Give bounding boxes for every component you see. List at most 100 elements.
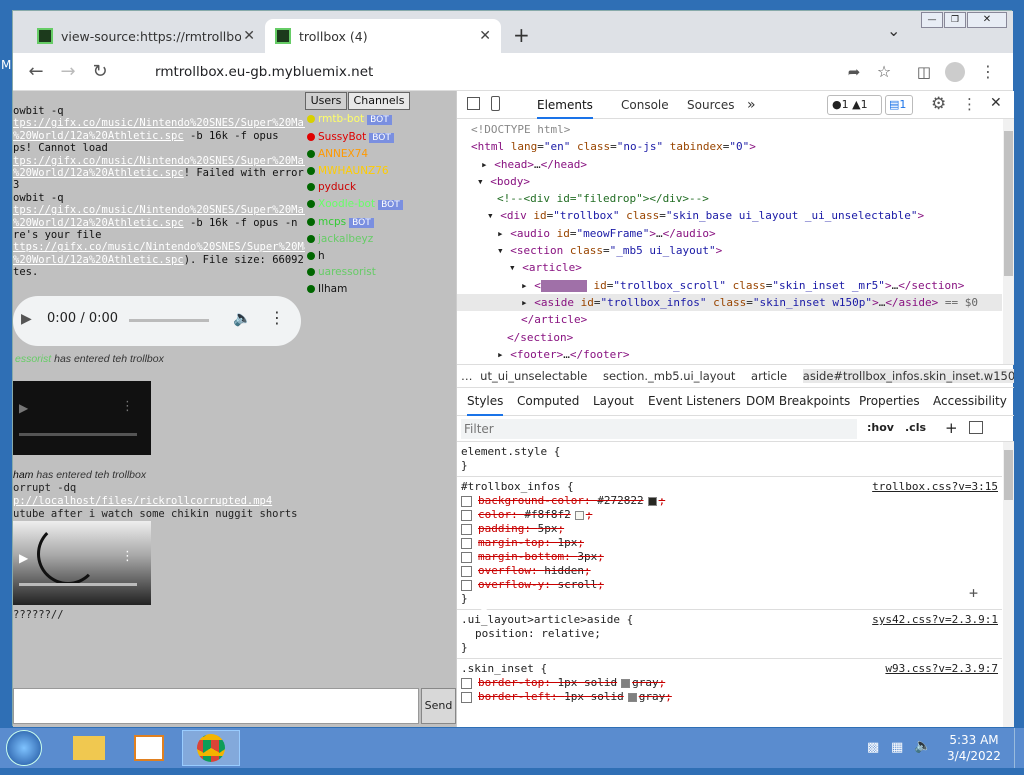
trollbox-div-node[interactable]: ▾ <div id="trollbox" class="skin_base ui… bbox=[457, 207, 1002, 224]
close-devtools-icon[interactable]: ✕ bbox=[990, 95, 1002, 111]
file-explorer-icon[interactable] bbox=[60, 730, 118, 766]
property-checkbox[interactable] bbox=[461, 677, 472, 689]
video-player-loading[interactable]: ▶ ⋮ bbox=[13, 521, 151, 605]
rule-property[interactable]: border-left: 1px solid gray; bbox=[461, 690, 998, 704]
chat-link[interactable]: %20World/12a%20Athletic.spc bbox=[13, 167, 184, 179]
styles-filter-input[interactable] bbox=[461, 419, 857, 439]
forward-icon[interactable]: → bbox=[55, 59, 81, 85]
audio-node[interactable]: ▸ <audio id="meowFrame">…</audio> bbox=[457, 225, 1002, 242]
rule-property[interactable]: padding: 5px; bbox=[461, 522, 998, 536]
menu-kebab-icon[interactable]: ⋮ bbox=[975, 59, 1001, 85]
chat-link[interactable]: %20World/12a%20Athletic.spc bbox=[13, 254, 184, 266]
user-list-item[interactable]: rmtb-bot BOT bbox=[307, 113, 456, 128]
video-menu-icon[interactable]: ⋮ bbox=[121, 549, 134, 564]
property-checkbox[interactable] bbox=[461, 537, 472, 549]
chrome-icon[interactable] bbox=[182, 730, 240, 766]
trollbox-infos-node[interactable]: ▸ <aside id="trollbox_infos" class="skin… bbox=[457, 293, 1002, 312]
side-panel-icon[interactable]: ◫ bbox=[911, 59, 937, 85]
crumb-item-selected[interactable]: aside#trollbox_infos.skin_inset.w150p bbox=[802, 369, 1014, 383]
subtab-computed[interactable]: Computed bbox=[517, 388, 579, 414]
rule-property[interactable]: overflow-y: scroll; bbox=[461, 578, 998, 592]
body-node[interactable]: ▾ <body> bbox=[457, 173, 1002, 190]
crumb-item[interactable]: section._mb5.ui_layout bbox=[603, 369, 735, 383]
reload-icon[interactable]: ↻ bbox=[87, 59, 113, 85]
hov-toggle[interactable]: :hov bbox=[867, 416, 894, 440]
comment-node[interactable]: <!--<div id="filedrop"></div>--> bbox=[457, 190, 1002, 207]
video-player[interactable]: ▶ ⋮ bbox=[13, 381, 151, 455]
cls-toggle[interactable]: .cls bbox=[905, 416, 926, 440]
property-checkbox[interactable] bbox=[461, 523, 472, 535]
video-progress-bar[interactable] bbox=[19, 433, 137, 436]
elements-scrollbar[interactable] bbox=[1003, 119, 1014, 364]
minimize-button[interactable]: — bbox=[921, 12, 943, 28]
tab-console[interactable]: Console bbox=[621, 91, 669, 119]
user-list-item[interactable]: MWHAUNZ76 bbox=[307, 165, 456, 179]
rule-property[interactable]: background-color: #272822; bbox=[461, 494, 998, 508]
color-swatch-icon[interactable] bbox=[621, 678, 631, 688]
channels-tab-button[interactable]: Channels bbox=[348, 92, 410, 110]
video-play-icon[interactable]: ▶ bbox=[19, 401, 28, 415]
user-list-item[interactable]: uaressorist bbox=[307, 266, 456, 280]
share-icon[interactable]: ➦ bbox=[841, 59, 867, 85]
article-node[interactable]: ▾ <article> bbox=[457, 259, 1002, 276]
subtab-properties[interactable]: Properties bbox=[859, 388, 920, 414]
doctype-node[interactable]: <!DOCTYPE html> bbox=[457, 121, 1002, 138]
element-style-rule[interactable]: element.style { } bbox=[457, 442, 1002, 477]
color-swatch-icon[interactable] bbox=[627, 692, 637, 702]
settings-gear-icon[interactable]: ⚙ bbox=[931, 94, 946, 114]
head-node[interactable]: ▸ <head>…</head> bbox=[457, 156, 1002, 173]
styles-scrollbar[interactable] bbox=[1003, 442, 1014, 727]
tab-elements[interactable]: Elements bbox=[537, 91, 593, 119]
rule-source-link[interactable]: w93.css?v=2.3.9:7 bbox=[885, 662, 998, 676]
chat-link[interactable]: %20World/12a%20Athletic.spc bbox=[13, 130, 184, 142]
close-window-button[interactable]: ✕ bbox=[967, 12, 1007, 28]
user-list-item[interactable]: mcps BOT bbox=[307, 216, 456, 231]
bookmark-star-icon[interactable]: ☆ bbox=[871, 59, 897, 85]
color-swatch-icon[interactable] bbox=[574, 510, 584, 520]
article-close-node[interactable]: </article> bbox=[457, 311, 1002, 328]
network-icon[interactable]: ▦ bbox=[891, 740, 903, 755]
property-checkbox[interactable] bbox=[461, 579, 472, 591]
video-progress-bar[interactable] bbox=[19, 583, 137, 586]
property-checkbox[interactable] bbox=[461, 509, 472, 521]
audio-progress-bar[interactable] bbox=[129, 319, 209, 322]
profile-avatar[interactable] bbox=[945, 62, 965, 82]
rule-source-link[interactable]: trollbox.css?v=3:15 bbox=[872, 480, 998, 494]
html-node[interactable]: <html lang="en" class="no-js" tabindex="… bbox=[457, 138, 1002, 155]
play-icon[interactable]: ▶ bbox=[21, 311, 32, 327]
chat-link[interactable]: p://localhost/files/rickrollcorrupted.mp… bbox=[13, 495, 272, 507]
chat-link[interactable]: tps://gifx.co/music/Nintendo%20SNES/Supe… bbox=[13, 155, 305, 167]
users-tab-button[interactable]: Users bbox=[305, 92, 347, 110]
close-tab-icon[interactable]: ✕ bbox=[479, 28, 491, 44]
user-list-item[interactable]: h bbox=[307, 250, 456, 264]
new-tab-button[interactable]: + bbox=[513, 23, 530, 47]
more-tabs-icon[interactable]: » bbox=[747, 91, 756, 119]
section-node[interactable]: ▾ <section class="_mb5 ui_layout"> bbox=[457, 242, 1002, 259]
trollbox-scroll-node[interactable]: ▸ < id="trollbox_scroll" class="skin_ins… bbox=[457, 277, 1002, 294]
subtab-layout[interactable]: Layout bbox=[593, 388, 634, 414]
volume-icon[interactable]: 🔈 bbox=[233, 309, 252, 327]
show-desktop-button[interactable] bbox=[1014, 728, 1024, 768]
new-rule-icon[interactable]: + bbox=[945, 416, 958, 440]
property-checkbox[interactable] bbox=[461, 551, 472, 563]
video-menu-icon[interactable]: ⋮ bbox=[121, 399, 134, 414]
chat-link[interactable]: tps://gifx.co/music/Nintendo%20SNES/Supe… bbox=[13, 117, 305, 129]
subtab-dom-breakpoints[interactable]: DOM Breakpoints bbox=[746, 388, 850, 414]
property-checkbox[interactable] bbox=[461, 565, 472, 577]
user-list-item[interactable]: SussyBot BOT bbox=[307, 131, 456, 146]
crumb-item[interactable]: article bbox=[751, 369, 787, 383]
volume-icon[interactable]: 🔈 bbox=[914, 738, 931, 754]
clock[interactable]: 5:33 AM 3/4/2022 bbox=[938, 732, 1010, 764]
user-list-item[interactable]: ANNEX74 bbox=[307, 148, 456, 162]
tab-view-source[interactable]: view-source:https://rmtrollbox.eu ✕ bbox=[27, 19, 265, 53]
crumb-item[interactable]: ut_ui_unselectable bbox=[480, 369, 587, 383]
issues-counter[interactable]: ●1 ▲1 bbox=[827, 95, 882, 115]
video-play-icon[interactable]: ▶ bbox=[19, 551, 28, 565]
message-input[interactable] bbox=[13, 688, 419, 724]
property-checkbox[interactable] bbox=[461, 495, 472, 507]
inspect-element-icon[interactable] bbox=[467, 97, 480, 110]
user-list-item[interactable]: jackalbeyz bbox=[307, 233, 456, 247]
rule-property[interactable]: color: #f8f8f2; bbox=[461, 508, 998, 522]
section-close-node[interactable]: </section> bbox=[457, 329, 1002, 346]
start-button[interactable] bbox=[6, 730, 42, 766]
